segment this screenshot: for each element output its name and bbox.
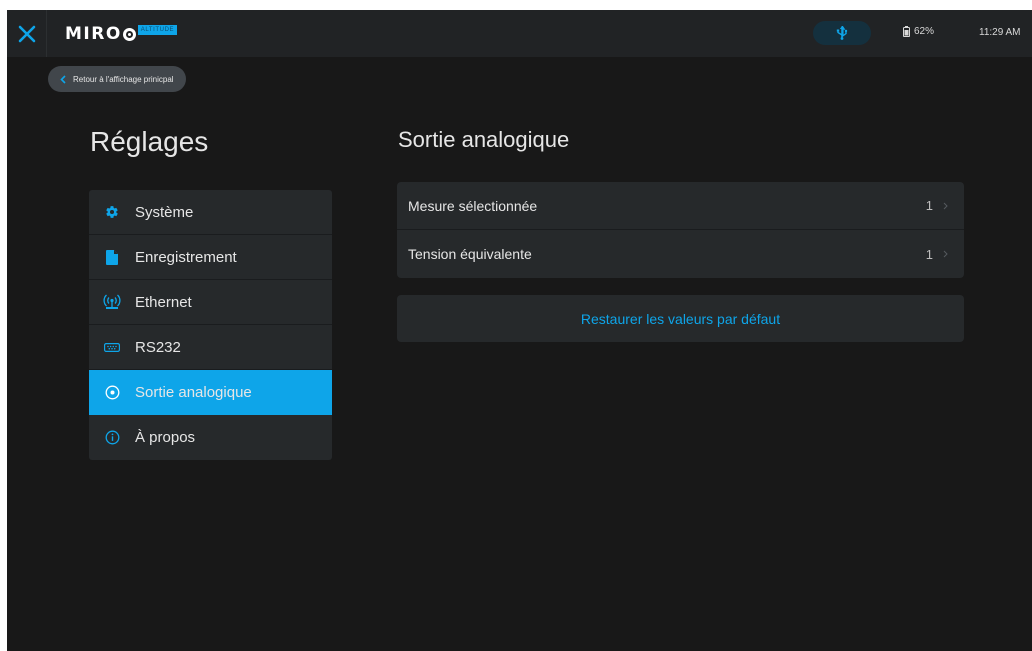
sidebar-item-label: Système [135,203,194,221]
clock: 11:29 AM [979,27,1021,38]
app-window: MIRO ALTITUDE 62% 11:29 AM Retour à l'af… [7,10,1032,651]
sidebar-item-rs232[interactable]: RS232 [89,325,332,370]
usb-icon [836,26,848,40]
section-title: Sortie analogique [398,127,570,152]
chevron-left-icon [60,74,66,84]
setting-row-tension-equivalente[interactable]: Tension équivalente 1 [397,230,964,278]
setting-value: 1 [925,246,933,262]
sidebar-item-label: Ethernet [135,293,192,311]
setting-value: 1 [925,198,933,213]
serial-port-icon [89,342,135,352]
sidebar-item-sortie-analogique[interactable]: Sortie analogique [89,370,332,415]
sidebar-item-label: À propos [135,429,196,446]
sidebar-item-ethernet[interactable]: Ethernet [89,280,332,325]
back-label: Retour à l'affichage prinicpal [73,74,174,84]
setting-label: Tension équivalente [408,246,532,262]
setting-row-mesure-selectionnee[interactable]: Mesure sélectionnée 1 [397,182,964,230]
analog-output-icon [89,385,135,400]
setting-label: Mesure sélectionnée [408,197,538,214]
restore-defaults-button[interactable]: Restaurer les valeurs par défaut [397,295,964,342]
page-title: Réglages [90,126,209,157]
sidebar-item-systeme[interactable]: Système [89,190,332,235]
settings-list: Mesure sélectionnée 1 Tension équivalent… [397,182,964,278]
chevron-right-icon [943,202,948,209]
sidebar-item-enregistrement[interactable]: Enregistrement [89,235,332,280]
info-icon [89,430,135,445]
sidebar-item-label: Enregistrement [135,248,237,266]
usb-status-button[interactable] [813,21,871,45]
settings-sidebar: Système Enregistrement Ethernet RS232 So… [89,190,332,460]
battery-icon [903,26,910,37]
close-button[interactable] [7,10,47,57]
logo-ring-icon [122,27,136,41]
sidebar-item-a-propos[interactable]: À propos [89,415,332,460]
logo-tag: ALTITUDE [137,25,178,35]
gear-icon [89,205,135,219]
logo-text: MIRO [65,24,122,44]
battery-status: 62% [903,26,934,37]
top-bar: MIRO ALTITUDE 62% 11:29 AM [7,10,1032,57]
chevron-right-icon [943,250,948,258]
file-icon [89,249,135,265]
close-icon [18,25,35,42]
sidebar-item-label: Sortie analogique [135,383,252,401]
logo: MIRO ALTITUDE [65,24,178,44]
battery-level: 62% [914,26,935,37]
back-to-main-button[interactable]: Retour à l'affichage prinicpal [48,66,186,92]
network-icon [89,294,135,310]
sidebar-item-label: RS232 [135,338,181,356]
